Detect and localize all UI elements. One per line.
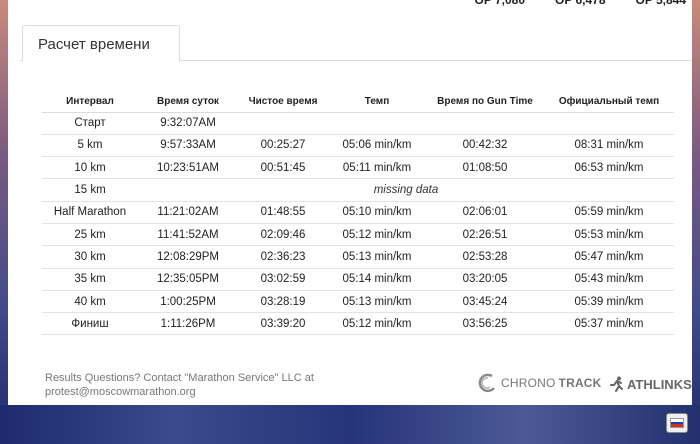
chronotrack-swoosh-icon: [478, 373, 495, 393]
cell-official-pace: 05:47 min/km: [544, 245, 674, 269]
language-button[interactable]: [666, 413, 688, 433]
cell-interval: 40 km: [42, 290, 138, 314]
athlinks-runner-icon: [610, 376, 623, 392]
cell-time-of-day: 9:32:07AM: [138, 112, 238, 135]
table-row: 10 km 10:23:51AM 00:51:45 05:11 min/km 0…: [42, 156, 674, 180]
cell-gun-time: 03:56:25: [426, 312, 544, 336]
cell-net-time: 03:02:59: [238, 268, 328, 291]
cell-gun-time: 00:42:32: [426, 134, 544, 158]
contact-email-link[interactable]: protest@moscowmarathon.org: [45, 385, 345, 399]
cell-interval: 25 km: [42, 223, 138, 247]
table-row: 15 km missing data: [42, 178, 674, 202]
overall-place-stats: OP 7,080 OP 6,478 OP 5,844: [408, 0, 698, 8]
results-panel: OP 7,080 OP 6,478 OP 5,844 Расчет времен…: [8, 0, 692, 405]
cell-official-pace: 05:59 min/km: [544, 201, 674, 224]
cell-net-time: 03:28:19: [238, 290, 328, 314]
cell-official-pace: 05:43 min/km: [544, 268, 674, 291]
table-row: 40 km 1:00:25PM 03:28:19 05:13 min/km 03…: [42, 290, 674, 314]
header-time-of-day: Время суток: [138, 92, 238, 113]
cell-gun-time: 02:53:28: [426, 245, 544, 269]
cell-official-pace: [544, 112, 674, 135]
cell-official-pace: 05:39 min/km: [544, 290, 674, 314]
header-official-pace: Официальный темп: [544, 92, 674, 113]
chronotrack-text-bold: TRACK: [558, 376, 602, 390]
contact-text: Results Questions? Contact "Marathon Ser…: [45, 372, 314, 384]
cell-interval: 30 km: [42, 245, 138, 269]
stat-value: OP 5,844: [635, 0, 686, 7]
chronotrack-logo[interactable]: CHRONO TRACK: [478, 372, 602, 394]
cell-pace: 05:11 min/km: [328, 156, 426, 180]
cell-net-time: 02:36:23: [238, 245, 328, 269]
table-row: 5 km 9:57:33AM 00:25:27 05:06 min/km 00:…: [42, 134, 674, 158]
chronotrack-text-light: CHRONO: [501, 376, 556, 390]
splits-table: Интервал Время суток Чистое время Темп В…: [42, 92, 674, 336]
cell-time-of-day: 10:23:51AM: [138, 156, 238, 180]
cell-official-pace: 05:53 min/km: [544, 223, 674, 247]
table-row: 25 km 11:41:52AM 02:09:46 05:12 min/km 0…: [42, 223, 674, 247]
table-row: Старт 9:32:07AM: [42, 112, 674, 135]
cell-interval: Старт: [42, 112, 138, 135]
cell-gun-time: 03:20:05: [426, 268, 544, 291]
cell-interval: Финиш: [42, 312, 138, 336]
athlinks-text: ATHLINKS: [627, 376, 692, 392]
cell-time-of-day: 11:21:02AM: [138, 201, 238, 224]
results-contact: Results Questions? Contact "Marathon Ser…: [45, 371, 345, 399]
cell-interval: 10 km: [42, 156, 138, 180]
athlinks-logo[interactable]: ATHLINKS: [610, 374, 692, 394]
cell-official-pace: 06:53 min/km: [544, 156, 674, 180]
cell-pace: [328, 112, 426, 135]
cell-pace: 05:14 min/km: [328, 268, 426, 291]
tab-time-calculation[interactable]: Расчет времени: [22, 25, 180, 62]
cell-pace: 05:06 min/km: [328, 134, 426, 158]
header-pace: Темп: [328, 92, 426, 113]
table-header-row: Интервал Время суток Чистое время Темп В…: [42, 92, 674, 113]
table-row: Финиш 1:11:26PM 03:39:20 05:12 min/km 03…: [42, 312, 674, 336]
cell-gun-time: [426, 112, 544, 135]
cell-gun-time: 02:06:01: [426, 201, 544, 224]
cell-pace: 05:10 min/km: [328, 201, 426, 224]
cell-official-pace: 08:31 min/km: [544, 134, 674, 158]
header-net-time: Чистое время: [238, 92, 328, 113]
cell-official-pace: 05:37 min/km: [544, 312, 674, 336]
cell-net-time: 03:39:20: [238, 312, 328, 336]
cell-gun-time: 02:26:51: [426, 223, 544, 247]
cell-net-time: 02:09:46: [238, 223, 328, 247]
cell-pace: 05:12 min/km: [328, 312, 426, 336]
stat-value: OP 7,080: [474, 0, 526, 7]
cell-time-of-day: 1:00:25PM: [138, 290, 238, 314]
cell-pace: 05:12 min/km: [328, 223, 426, 247]
table-row: 35 km 12:35:05PM 03:02:59 05:14 min/km 0…: [42, 268, 674, 291]
cell-interval: Half Marathon: [42, 201, 138, 224]
cell-net-time: 01:48:55: [238, 201, 328, 224]
header-interval: Интервал: [42, 92, 138, 113]
cell-time-of-day: 1:11:26PM: [138, 312, 238, 336]
table-row: 30 km 12:08:29PM 02:36:23 05:13 min/km 0…: [42, 245, 674, 269]
table-row: Half Marathon 11:21:02AM 01:48:55 05:10 …: [42, 201, 674, 224]
stat-value: OP 6,478: [555, 0, 606, 7]
cell-net-time: [238, 112, 328, 135]
cell-interval: 5 km: [42, 134, 138, 158]
cell-time-of-day: 12:35:05PM: [138, 268, 238, 291]
cell-net-time: 00:25:27: [238, 134, 328, 158]
cell-time-of-day: 12:08:29PM: [138, 245, 238, 269]
missing-data-note: missing data: [138, 178, 674, 202]
cell-gun-time: 01:08:50: [426, 156, 544, 180]
cell-time-of-day: 11:41:52AM: [138, 223, 238, 247]
russia-flag-icon: [670, 418, 684, 428]
cell-interval: 15 km: [42, 178, 138, 202]
cell-pace: 05:13 min/km: [328, 245, 426, 269]
cell-net-time: 00:51:45: [238, 156, 328, 180]
cell-pace: 05:13 min/km: [328, 290, 426, 314]
header-gun-time: Время по Gun Time: [426, 92, 544, 113]
page-background: [0, 405, 700, 444]
cell-interval: 35 km: [42, 268, 138, 291]
cell-time-of-day: 9:57:33AM: [138, 134, 238, 158]
cell-gun-time: 03:45:24: [426, 290, 544, 314]
